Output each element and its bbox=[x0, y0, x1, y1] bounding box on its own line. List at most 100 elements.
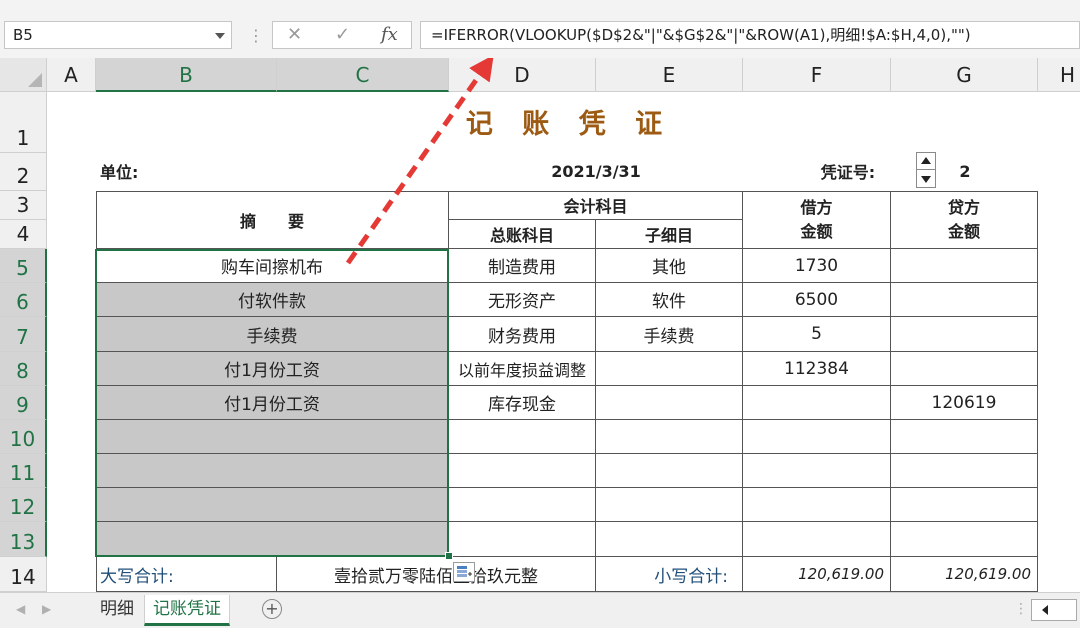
credit-header[interactable]: 贷方 金额 bbox=[891, 191, 1038, 249]
row-header-12[interactable]: 12 bbox=[0, 488, 47, 522]
sub-account-cell[interactable] bbox=[596, 352, 743, 386]
general-account-cell[interactable] bbox=[449, 420, 596, 454]
row-header-8[interactable]: 8 bbox=[0, 352, 47, 386]
general-account-cell[interactable]: 财务费用 bbox=[449, 317, 596, 352]
accounts-header[interactable]: 会计科目 bbox=[449, 191, 743, 220]
tab-detail[interactable]: 明细 bbox=[92, 595, 142, 623]
voucher-number-spinner[interactable] bbox=[916, 152, 936, 188]
spin-up-icon[interactable] bbox=[921, 157, 931, 164]
general-account-cell[interactable] bbox=[449, 454, 596, 488]
name-box[interactable]: B5 bbox=[4, 21, 232, 49]
column-header-h[interactable]: H bbox=[1038, 58, 1080, 92]
voucher-number[interactable]: 2 bbox=[940, 156, 990, 186]
column-header-c[interactable]: C bbox=[277, 58, 449, 92]
summary-cell[interactable] bbox=[96, 420, 449, 454]
general-account-cell[interactable]: 制造费用 bbox=[449, 249, 596, 283]
debit-cell[interactable]: 112384 bbox=[743, 352, 891, 386]
credit-cell[interactable] bbox=[891, 317, 1038, 352]
column-header-a[interactable]: A bbox=[47, 58, 96, 92]
sub-account-header[interactable]: 子细目 bbox=[596, 220, 743, 249]
spin-down-icon[interactable] bbox=[921, 176, 931, 183]
insert-function-icon[interactable]: fx bbox=[381, 24, 398, 45]
summary-cell[interactable]: 购车间擦机布 bbox=[96, 249, 449, 283]
sub-account-cell[interactable] bbox=[596, 522, 743, 557]
tab-splitter[interactable]: ⋮ bbox=[1014, 601, 1028, 617]
fill-handle[interactable] bbox=[445, 552, 453, 560]
tab-voucher[interactable]: 记账凭证 bbox=[144, 595, 230, 626]
debit-cell[interactable] bbox=[743, 522, 891, 557]
sub-account-cell[interactable]: 手续费 bbox=[596, 317, 743, 352]
voucher-number-label[interactable]: 凭证号: bbox=[800, 156, 896, 186]
tab-scroll-right-icon[interactable]: ▶ bbox=[42, 602, 51, 616]
summary-header[interactable]: 摘 要 bbox=[96, 191, 449, 249]
row-header-1[interactable]: 1 bbox=[0, 92, 47, 153]
debit-cell[interactable] bbox=[743, 420, 891, 454]
row-header-4[interactable]: 4 bbox=[0, 220, 47, 249]
general-account-cell[interactable] bbox=[449, 488, 596, 522]
total-debit[interactable]: 120,619.00 bbox=[743, 557, 891, 592]
credit-cell[interactable] bbox=[891, 249, 1038, 283]
formula-input[interactable]: =IFERROR(VLOOKUP($D$2&"|"&$G$2&"|"&ROW(A… bbox=[420, 21, 1080, 49]
unit-label[interactable]: 单位: bbox=[100, 156, 160, 186]
credit-cell[interactable] bbox=[891, 420, 1038, 454]
debit-cell[interactable]: 6500 bbox=[743, 283, 891, 317]
row-header-13[interactable]: 13 bbox=[0, 522, 47, 557]
general-account-cell[interactable]: 无形资产 bbox=[449, 283, 596, 317]
total-caps-value[interactable]: 壹拾贰万零陆佰壹拾玖元整 bbox=[277, 557, 596, 592]
voucher-date[interactable]: 2021/3/31 bbox=[449, 156, 743, 186]
summary-cell[interactable]: 手续费 bbox=[96, 317, 449, 352]
row-header-2[interactable]: 2 bbox=[0, 153, 47, 191]
summary-cell[interactable] bbox=[96, 488, 449, 522]
summary-cell[interactable]: 付软件款 bbox=[96, 283, 449, 317]
sub-account-cell[interactable]: 其他 bbox=[596, 249, 743, 283]
credit-cell[interactable] bbox=[891, 454, 1038, 488]
general-account-cell[interactable]: 以前年度损益调整 bbox=[449, 352, 596, 386]
summary-cell[interactable]: 付1月份工资 bbox=[96, 386, 449, 420]
cancel-icon[interactable]: ✕ bbox=[287, 24, 302, 45]
sub-account-cell[interactable] bbox=[596, 454, 743, 488]
debit-cell[interactable] bbox=[743, 454, 891, 488]
row-header-14[interactable]: 14 bbox=[0, 557, 47, 592]
sub-account-cell[interactable] bbox=[596, 386, 743, 420]
row-header-9[interactable]: 9 bbox=[0, 386, 47, 420]
total-credit[interactable]: 120,619.00 bbox=[891, 557, 1038, 592]
column-header-f[interactable]: F bbox=[743, 58, 891, 92]
tab-scroll-left-icon[interactable]: ◀ bbox=[16, 602, 25, 616]
credit-cell[interactable] bbox=[891, 488, 1038, 522]
summary-cell[interactable] bbox=[96, 522, 449, 557]
check-icon[interactable]: ✓ bbox=[335, 24, 350, 45]
add-sheet-button[interactable]: + bbox=[262, 599, 282, 619]
summary-cell[interactable]: 付1月份工资 bbox=[96, 352, 449, 386]
select-all-button[interactable] bbox=[0, 58, 47, 92]
column-header-e[interactable]: E bbox=[596, 58, 743, 92]
debit-cell[interactable] bbox=[743, 386, 891, 420]
general-account-cell[interactable] bbox=[449, 522, 596, 557]
column-header-d[interactable]: D bbox=[449, 58, 596, 92]
horizontal-scrollbar[interactable] bbox=[1031, 599, 1077, 621]
credit-cell[interactable] bbox=[891, 283, 1038, 317]
column-header-g[interactable]: G bbox=[891, 58, 1038, 92]
debit-header[interactable]: 借方 金额 bbox=[743, 191, 891, 249]
total-caps-label[interactable]: 大写合计: bbox=[96, 557, 277, 592]
row-header-11[interactable]: 11 bbox=[0, 454, 47, 488]
debit-cell[interactable]: 5 bbox=[743, 317, 891, 352]
column-header-b[interactable]: B bbox=[96, 58, 277, 92]
row-header-5[interactable]: 5 bbox=[0, 249, 47, 283]
quick-analysis-button[interactable] bbox=[453, 562, 475, 582]
debit-cell[interactable]: 1730 bbox=[743, 249, 891, 283]
row-header-3[interactable]: 3 bbox=[0, 191, 47, 220]
chevron-down-icon[interactable] bbox=[215, 33, 225, 39]
credit-cell[interactable]: 120619 bbox=[891, 386, 1038, 420]
summary-cell[interactable] bbox=[96, 454, 449, 488]
credit-cell[interactable] bbox=[891, 522, 1038, 557]
total-small-label[interactable]: 小写合计: bbox=[596, 557, 743, 592]
row-header-7[interactable]: 7 bbox=[0, 317, 47, 352]
worksheet-grid[interactable]: A B C D E F G H 1 2 3 4 5 6 7 8 9 10 11 … bbox=[0, 58, 1080, 592]
general-account-header[interactable]: 总账科目 bbox=[449, 220, 596, 249]
scroll-left-icon[interactable] bbox=[1042, 605, 1048, 615]
general-account-cell[interactable]: 库存现金 bbox=[449, 386, 596, 420]
row-header-10[interactable]: 10 bbox=[0, 420, 47, 454]
credit-cell[interactable] bbox=[891, 352, 1038, 386]
sub-account-cell[interactable]: 软件 bbox=[596, 283, 743, 317]
sub-account-cell[interactable] bbox=[596, 488, 743, 522]
